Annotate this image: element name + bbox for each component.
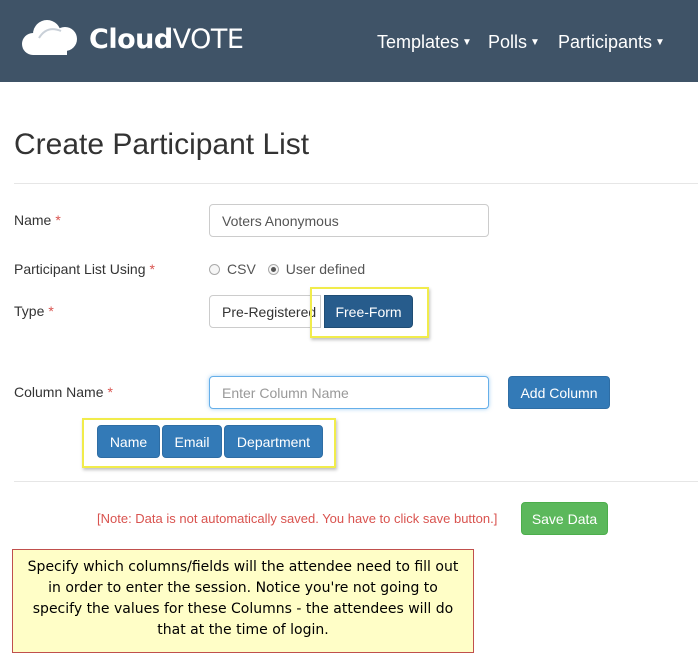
nav-participants-label: Participants bbox=[558, 32, 653, 52]
list-using-label-text: Participant List Using bbox=[14, 261, 146, 277]
brand-name-bold: Cloud bbox=[89, 24, 173, 55]
brand-name-light: VOTE bbox=[172, 24, 244, 55]
nav-templates[interactable]: Templates ▼ bbox=[377, 32, 472, 53]
radio-csv-label[interactable]: CSV bbox=[227, 261, 256, 277]
column-name-label-text: Column Name bbox=[14, 384, 104, 400]
cloud-logo-icon[interactable] bbox=[17, 17, 83, 62]
save-data-label: Save Data bbox=[531, 510, 598, 527]
navbar: CloudVOTE Templates ▼ Polls ▼ Participants… bbox=[0, 0, 698, 82]
divider bbox=[14, 183, 698, 184]
required-mark: * bbox=[55, 212, 61, 228]
save-data-button[interactable]: Save Data bbox=[521, 502, 608, 535]
nav-templates-label: Templates bbox=[377, 32, 460, 52]
radio-user-defined[interactable] bbox=[267, 263, 279, 275]
name-input[interactable] bbox=[209, 204, 489, 237]
list-using-radio-group: CSV User defined bbox=[209, 261, 377, 277]
required-mark: * bbox=[48, 303, 54, 319]
nav-polls[interactable]: Polls ▼ bbox=[488, 32, 540, 53]
type-pre-registered-button[interactable]: Pre-Registered bbox=[209, 295, 321, 328]
divider bbox=[14, 481, 698, 482]
caret-down-icon: ▼ bbox=[462, 37, 472, 48]
brand-name[interactable]: CloudVOTE bbox=[89, 24, 244, 55]
save-note: [Note: Data is not automatically saved. … bbox=[97, 511, 498, 526]
type-label-text: Type bbox=[14, 303, 45, 319]
required-mark: * bbox=[107, 384, 113, 400]
type-label: Type * bbox=[14, 303, 54, 319]
caret-down-icon: ▼ bbox=[655, 37, 665, 48]
radio-csv[interactable] bbox=[209, 263, 220, 275]
radio-user-defined-label[interactable]: User defined bbox=[286, 261, 365, 277]
name-label-text: Name bbox=[14, 212, 52, 228]
nav-polls-label: Polls bbox=[488, 32, 528, 52]
add-column-label: Add Column bbox=[520, 384, 598, 401]
add-column-button[interactable]: Add Column bbox=[508, 376, 610, 409]
nav-participants[interactable]: Participants ▼ bbox=[558, 32, 665, 53]
columns-highlight bbox=[82, 418, 336, 468]
free-form-highlight bbox=[310, 287, 429, 338]
column-name-label: Column Name * bbox=[14, 384, 113, 400]
required-mark: * bbox=[149, 261, 155, 277]
caret-down-icon: ▼ bbox=[530, 37, 540, 48]
name-label: Name * bbox=[14, 212, 61, 228]
type-pre-registered-label: Pre-Registered bbox=[222, 303, 317, 320]
page-title: Create Participant List bbox=[14, 128, 310, 161]
instruction-callout: Specify which columns/fields will the at… bbox=[12, 549, 474, 653]
list-using-label: Participant List Using * bbox=[14, 261, 155, 277]
column-name-input[interactable] bbox=[209, 376, 489, 409]
